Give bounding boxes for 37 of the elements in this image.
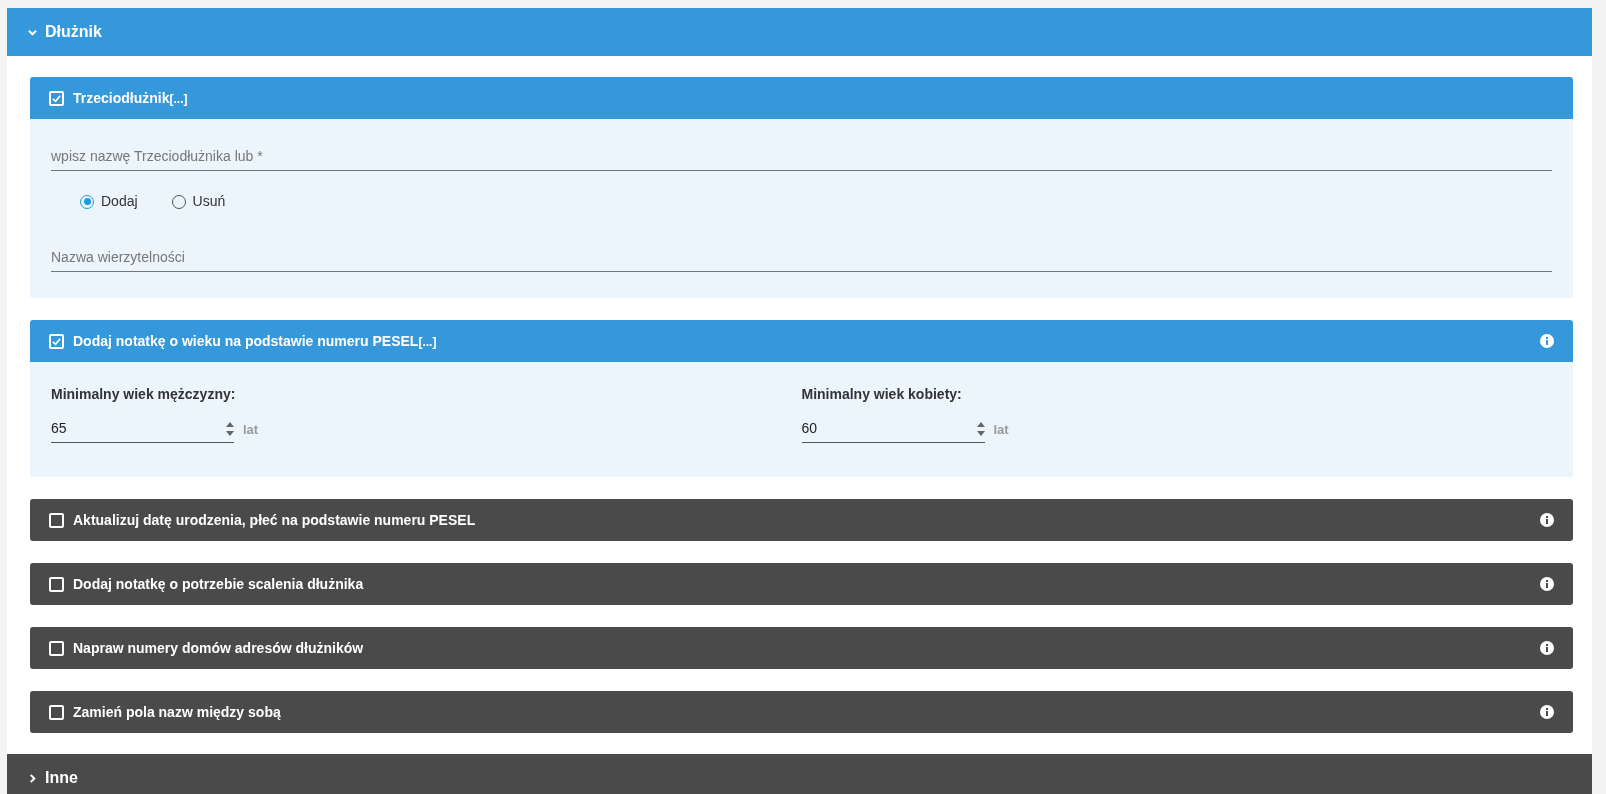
option-title: Dodaj notatkę o wieku na podstawie numeru PESEL[...]: [73, 331, 437, 351]
radio-option[interactable]: Usuń: [171, 191, 226, 212]
section-title: Dłużnik: [45, 22, 102, 42]
option-title: Aktualizuj datę urodzenia, płeć na podstawie numeru PESEL: [73, 510, 476, 530]
option-header[interactable]: Napraw numery domów adresów dłużników: [30, 627, 1573, 669]
number-field[interactable]: 60: [801, 415, 985, 443]
checkmark-icon: [51, 335, 62, 347]
spinner-icon[interactable]: [976, 421, 985, 436]
section-header[interactable]: Inne: [7, 754, 1592, 794]
checkbox[interactable]: [49, 640, 64, 656]
field-label: Minimalny wiek kobiety:: [801, 385, 963, 404]
checkbox[interactable]: [49, 512, 64, 528]
option-header[interactable]: Dodaj notatkę o potrzebie scalenia dłużnika: [30, 563, 1573, 605]
checkmark-icon: [51, 92, 62, 104]
option-title: Dodaj notatkę o potrzebie scalenia dłużnika: [73, 574, 364, 594]
info-icon[interactable]: [1540, 513, 1554, 527]
checkbox[interactable]: [49, 576, 64, 592]
checkbox[interactable]: [49, 90, 64, 106]
unit-label: lat: [243, 420, 259, 439]
option-title: Trzeciodłużnik[...]: [73, 88, 188, 108]
option-header[interactable]: Aktualizuj datę urodzenia, płeć na podstawie numeru PESEL: [30, 499, 1573, 541]
checkbox[interactable]: [49, 704, 64, 720]
section-title: Inne: [45, 768, 78, 788]
input-field[interactable]: wpisz nazwę Trzeciodłużnika lub *: [51, 141, 1552, 171]
checkbox[interactable]: [49, 333, 64, 349]
radio-option[interactable]: Dodaj: [80, 191, 138, 212]
number-field[interactable]: 65: [51, 415, 234, 443]
spinner-icon[interactable]: [226, 421, 234, 436]
info-icon[interactable]: [1540, 705, 1554, 719]
info-icon[interactable]: [1540, 641, 1554, 655]
field-label: Minimalny wiek mężczyzny:: [51, 385, 237, 404]
option-title: Zamień pola nazw między sobą: [73, 702, 281, 722]
info-icon[interactable]: [1540, 577, 1554, 591]
option-title: Napraw numery domów adresów dłużników: [73, 638, 364, 658]
unit-label: lat: [993, 420, 1009, 439]
option-header[interactable]: Zamień pola nazw między sobą: [30, 691, 1573, 733]
input-field[interactable]: Nazwa wierzytelności: [51, 242, 1552, 272]
